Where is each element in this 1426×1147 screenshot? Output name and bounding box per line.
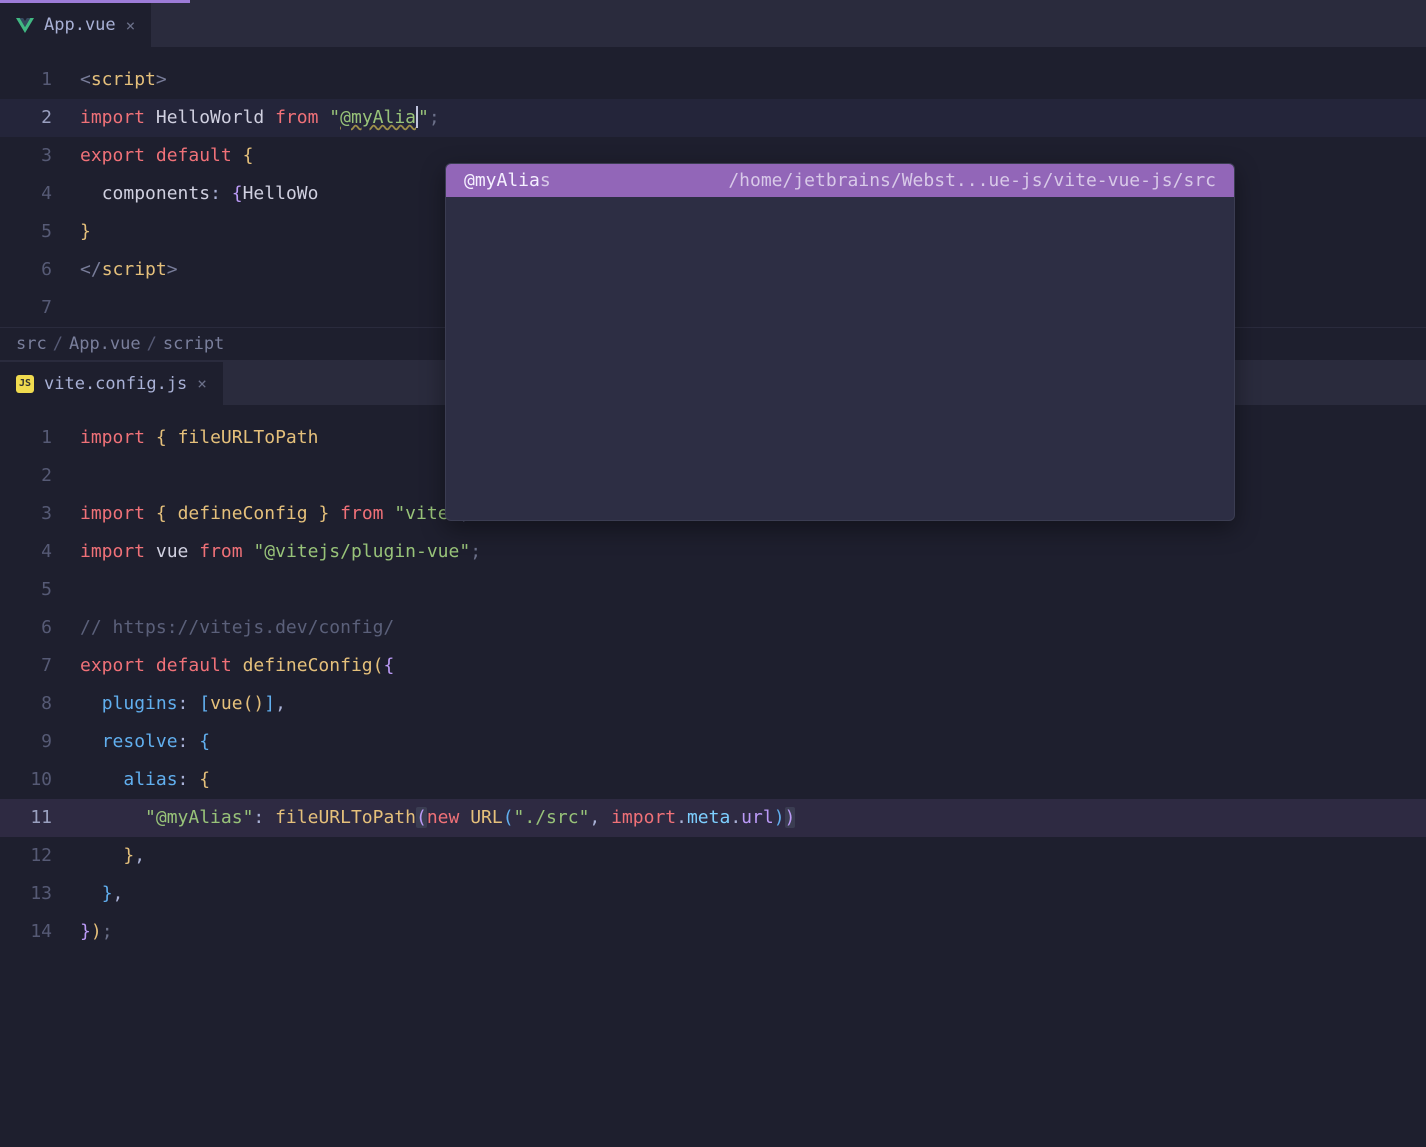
code-text: }); — [80, 913, 1426, 951]
line-number: 4 — [10, 175, 80, 213]
line-number: 2 — [10, 457, 80, 495]
line-number: 11 — [10, 799, 80, 837]
code-text: <script> — [80, 61, 1426, 99]
line-number: 12 — [10, 837, 80, 875]
vue-icon — [16, 17, 34, 33]
js-icon: JS — [16, 375, 34, 393]
tab-label: vite.config.js — [44, 374, 187, 394]
line-number: 7 — [10, 647, 80, 685]
code-text: import HelloWorld from "@myAlia"; — [80, 99, 1426, 137]
line-number: 2 — [10, 99, 80, 137]
line-number: 13 — [10, 875, 80, 913]
tab-vite-config[interactable]: JS vite.config.js × — [0, 362, 224, 405]
breadcrumb-part[interactable]: App.vue — [69, 334, 141, 354]
tab-label: App.vue — [44, 15, 116, 35]
code-text: export default defineConfig({ — [80, 647, 1426, 685]
code-text: }, — [80, 837, 1426, 875]
line-number: 8 — [10, 685, 80, 723]
line-number: 1 — [10, 419, 80, 457]
close-icon[interactable]: × — [197, 374, 207, 393]
tab-bar-top: App.vue × — [0, 3, 1426, 47]
line-number: 5 — [10, 571, 80, 609]
autocomplete-item[interactable]: @myAlias /home/jetbrains/Webst...ue-js/v… — [446, 164, 1234, 197]
code-text: plugins: [vue()], — [80, 685, 1426, 723]
autocomplete-match: @myAlias — [464, 170, 551, 191]
autocomplete-path: /home/jetbrains/Webst...ue-js/vite-vue-j… — [728, 170, 1216, 191]
line-number: 6 — [10, 609, 80, 647]
code-text: }, — [80, 875, 1426, 913]
autocomplete-popup[interactable]: @myAlias /home/jetbrains/Webst...ue-js/v… — [445, 163, 1235, 521]
line-number: 5 — [10, 213, 80, 251]
line-number: 3 — [10, 495, 80, 533]
line-number: 7 — [10, 289, 80, 327]
code-text: "@myAlias": fileURLToPath(new URL("./src… — [80, 799, 1426, 837]
code-text: // https://vitejs.dev/config/ — [80, 609, 1426, 647]
code-text: alias: { — [80, 761, 1426, 799]
code-text: resolve: { — [80, 723, 1426, 761]
breadcrumb-part[interactable]: script — [163, 334, 224, 354]
line-number: 4 — [10, 533, 80, 571]
code-text: import vue from "@vitejs/plugin-vue"; — [80, 533, 1426, 571]
line-number: 1 — [10, 61, 80, 99]
line-number: 9 — [10, 723, 80, 761]
tab-app-vue[interactable]: App.vue × — [0, 3, 152, 47]
line-number: 10 — [10, 761, 80, 799]
code-text — [80, 571, 1426, 609]
line-number: 6 — [10, 251, 80, 289]
line-number: 14 — [10, 913, 80, 951]
close-icon[interactable]: × — [126, 16, 136, 35]
breadcrumb-part[interactable]: src — [16, 334, 47, 354]
line-number: 3 — [10, 137, 80, 175]
